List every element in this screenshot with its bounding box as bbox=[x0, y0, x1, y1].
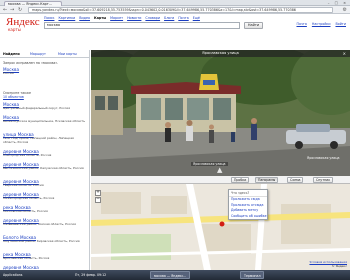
services-nav: Поиск Картинки Видео Карты Маркет Новости Слов… bbox=[44, 16, 204, 20]
map-layer-button-3[interactable]: Спутник bbox=[313, 177, 334, 183]
sidebar-tabs: Найдено Маршрут Мои карты bbox=[0, 50, 89, 58]
forward-icon[interactable]: → bbox=[10, 7, 14, 13]
map-context-menu: Что здесь? Проложить сюда Проложить отсюда… bbox=[228, 189, 268, 220]
service-link-3[interactable]: Карты bbox=[94, 16, 106, 20]
os-taskbar: Applications москва — Яндекс... Терминал Пт… bbox=[0, 270, 350, 280]
start-menu-button[interactable]: Applications bbox=[3, 270, 22, 280]
zoom-in-button[interactable]: + bbox=[95, 190, 101, 196]
street-label: Ярославская улица bbox=[191, 162, 228, 166]
service-link-0[interactable]: Поиск bbox=[44, 16, 54, 20]
context-menu-header[interactable]: Что здесь? bbox=[229, 190, 267, 197]
result-item[interactable]: река Москва Московская область, Россия bbox=[3, 205, 87, 214]
reload-icon[interactable]: ↻ bbox=[18, 7, 22, 13]
user-link-2[interactable]: Войти bbox=[336, 22, 347, 26]
map-canvas bbox=[91, 184, 350, 270]
map-controls: Пробки Панорамы Схема Спутник bbox=[91, 176, 350, 184]
query-correction: Запрос исправлен на «москва». bbox=[3, 61, 59, 65]
result-item[interactable]: улица Москва село Подгорное, Липецкий рай… bbox=[3, 132, 87, 145]
result-desc: Ярославская область, Россия bbox=[3, 256, 50, 260]
result-item[interactable]: деревня Москва Называевский район, Омская… bbox=[3, 218, 87, 227]
result-desc: село Подгорное, Липецкий район, Липецкая… bbox=[3, 136, 74, 144]
wrench-icon[interactable]: ⚙ bbox=[343, 7, 347, 13]
see-also-count[interactable]: 10 объектов bbox=[3, 95, 31, 99]
result-desc: Россия bbox=[3, 71, 14, 75]
result-desc: Называевский район, Омская область, Росс… bbox=[3, 222, 76, 226]
result-desc: Новгородская область, Россия bbox=[3, 153, 52, 157]
service-link-7[interactable]: Блоги bbox=[164, 16, 174, 20]
result-item[interactable]: деревня Москва Высокиничский район, Калуж… bbox=[3, 162, 87, 171]
sidebar-tab-2[interactable]: Мои карты bbox=[58, 50, 77, 58]
service-link-9[interactable]: Ещё bbox=[193, 16, 200, 20]
result-desc: Великолукское муниципальное, Псковская о… bbox=[3, 119, 85, 123]
result-desc: Центральный федеральный округ, Россия bbox=[3, 106, 71, 110]
map-copyright: © Яндекс bbox=[331, 264, 347, 268]
user-links: Почта Настройки Войти bbox=[291, 22, 346, 26]
find-button[interactable]: Найти bbox=[244, 22, 263, 29]
service-link-4[interactable]: Маркет bbox=[110, 16, 123, 20]
result-desc: Тверская область, Россия bbox=[3, 183, 44, 187]
sidebar-tab-1[interactable]: Маршрут bbox=[30, 50, 46, 58]
site-header: Яндекс карты Поиск Картинки Видео Карты Марк… bbox=[0, 14, 350, 36]
map-view[interactable]: + − Что здесь? Проложить сюда Проложить от… bbox=[91, 184, 350, 270]
street-label-secondary: Ярославская улица bbox=[307, 156, 340, 160]
service-link-8[interactable]: Почта bbox=[178, 16, 188, 20]
address-bar[interactable]: maps.yandex.ru/?text=москва&sll=37.60921… bbox=[28, 7, 333, 13]
result-item[interactable]: деревня Москва Новгородская область, Росс… bbox=[3, 149, 87, 158]
service-link-6[interactable]: Словари bbox=[145, 16, 160, 20]
browser-toolbar: ← → ↻ maps.yandex.ru/?text=москва&sll=37… bbox=[0, 6, 350, 14]
sidebar-tab-0[interactable]: Найдено bbox=[3, 50, 20, 58]
back-icon[interactable]: ← bbox=[3, 7, 7, 13]
result-desc: Омутнинский район, Кировская область, Ро… bbox=[3, 239, 80, 243]
result-item[interactable]: Болото Москва Омутнинский район, Кировска… bbox=[3, 235, 87, 244]
context-menu-item-3[interactable]: Сообщить об ошибке bbox=[229, 213, 267, 219]
result-item[interactable]: река Москва Ярославская область, Россия bbox=[3, 252, 87, 261]
street-panorama[interactable]: Ярославская улица × ▲ Ярославская улица … bbox=[91, 50, 350, 176]
logo-subtitle: карты bbox=[8, 27, 21, 32]
user-link-1[interactable]: Настройки bbox=[312, 22, 331, 26]
taskbar-item-0[interactable]: москва — Яндекс... bbox=[150, 271, 191, 279]
zoom-control: + − bbox=[95, 190, 101, 204]
result-desc: Нижегородская область, Россия bbox=[3, 196, 55, 200]
clock: Пт, 29 февр. 09:12 bbox=[75, 273, 107, 277]
service-link-5[interactable]: Новости bbox=[127, 16, 141, 20]
search-input[interactable]: москва bbox=[44, 22, 240, 29]
result-desc: Высокиничский район, Калужская область, … bbox=[3, 166, 84, 170]
context-menu-item-1[interactable]: Проложить отсюда bbox=[229, 202, 267, 208]
result-item[interactable]: деревня Москва Нижегородская область, Рос… bbox=[3, 192, 87, 201]
service-link-2[interactable]: Видео bbox=[79, 16, 90, 20]
result-item[interactable]: Москва Великолукское муниципальное, Псков… bbox=[3, 115, 87, 124]
service-link-1[interactable]: Картинки bbox=[58, 16, 75, 20]
result-desc: Московская область, Россия bbox=[3, 209, 48, 213]
map-layer-button-2[interactable]: Схема bbox=[287, 177, 304, 183]
first-result[interactable]: Москва Россия bbox=[3, 67, 87, 76]
zoom-out-button[interactable]: − bbox=[95, 197, 101, 203]
see-also: Смотрите также 10 объектов bbox=[3, 91, 31, 99]
close-icon[interactable]: × bbox=[343, 50, 346, 57]
user-link-0[interactable]: Почта bbox=[296, 22, 306, 26]
map-layer-button-1[interactable]: Панорамы bbox=[255, 177, 279, 183]
result-item[interactable]: Москва Центральный федеральный округ, Рос… bbox=[3, 102, 87, 111]
panorama-title: Ярославская улица bbox=[91, 50, 350, 57]
window-controls[interactable]: – □ × bbox=[328, 1, 348, 5]
pano-nav-arrow-icon[interactable]: ▲ bbox=[217, 166, 222, 174]
map-layer-button-0[interactable]: Пробки bbox=[231, 177, 250, 183]
result-item[interactable]: деревня Москва Тверская область, Россия bbox=[3, 179, 87, 188]
taskbar-item-1[interactable]: Терминал bbox=[240, 271, 265, 279]
results-sidebar: Найдено Маршрут Мои карты Запрос исправлен… bbox=[0, 50, 90, 270]
